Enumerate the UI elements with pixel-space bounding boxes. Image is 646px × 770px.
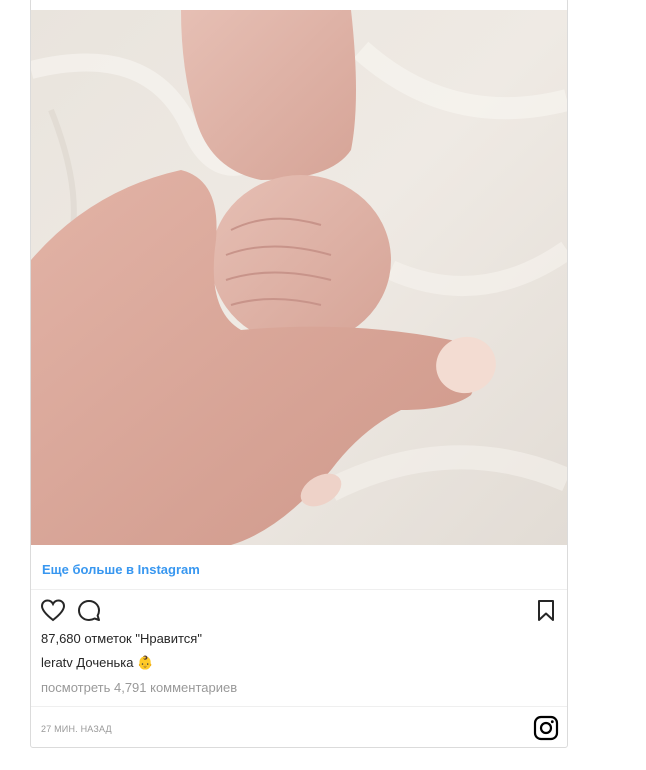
comment-icon[interactable] — [76, 598, 102, 624]
divider — [31, 706, 567, 707]
instagram-embed: Еще больше в Instagram 87,680 отметок "Н… — [30, 0, 568, 748]
more-on-instagram-link[interactable]: Еще больше в Instagram — [42, 562, 200, 577]
caption-text: Доченька — [76, 655, 134, 670]
post-caption: leratv Доченька 👶 — [41, 655, 153, 671]
view-comments-link[interactable]: посмотреть 4,791 комментариев — [41, 680, 237, 695]
likes-count: 87,680 отметок "Нравится" — [41, 631, 202, 646]
baby-emoji-icon: 👶 — [137, 655, 154, 670]
instagram-icon[interactable] — [533, 715, 559, 741]
divider — [31, 589, 567, 590]
caption-username[interactable]: leratv — [41, 655, 73, 670]
post-timestamp: 27 МИН. НАЗАД — [41, 724, 112, 734]
post-photo[interactable] — [31, 10, 567, 545]
heart-icon[interactable] — [40, 598, 66, 624]
bookmark-icon[interactable] — [533, 598, 559, 624]
